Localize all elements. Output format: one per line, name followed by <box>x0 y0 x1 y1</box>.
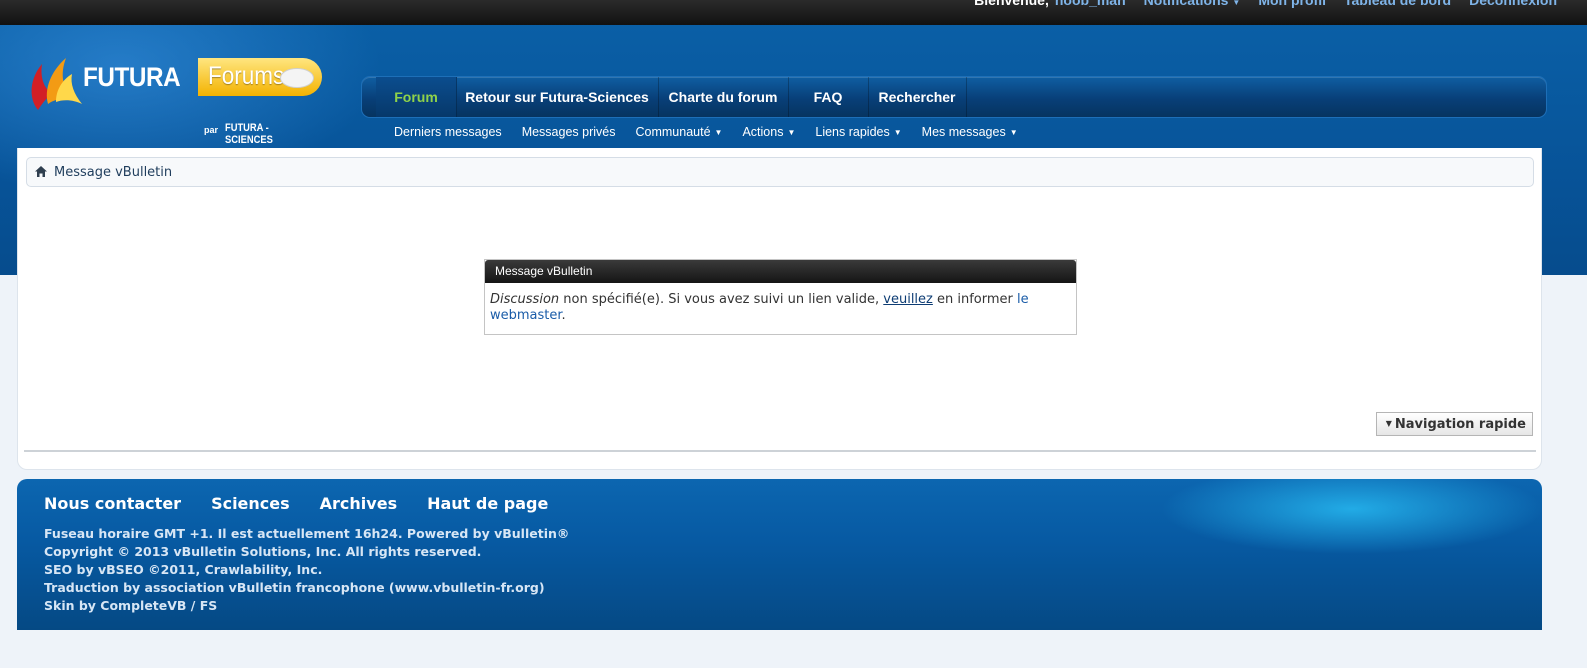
top-bar: Bienvenue, noob_man Notifications ▼ Mon p… <box>0 0 1587 25</box>
chevron-down-icon: ▼ <box>787 128 796 137</box>
welcome-text: Bienvenue, <box>974 0 1049 8</box>
logo-par-text: par <box>204 125 219 135</box>
quick-navigation-button[interactable]: ▼ Navigation rapide <box>1376 412 1533 436</box>
footer-line-copyright: Copyright © 2013 vBulletin Solutions, In… <box>44 544 482 559</box>
subnav-label: Messages privés <box>521 125 616 139</box>
message-discussion-word: Discussion <box>490 292 560 307</box>
footer-line-seo: SEO by vBSEO ©2011, Crawlability, Inc. <box>44 562 323 577</box>
futura-forums-logo[interactable]: FUTURA Forums par FUTURA - SCIENCES <box>26 54 326 146</box>
tab-charte-forum[interactable]: Charte du forum <box>658 77 789 117</box>
footer-link-top[interactable]: Haut de page <box>427 494 548 513</box>
footer-link-contact[interactable]: Nous contacter <box>44 494 181 513</box>
message-box-title: Message vBulletin <box>485 260 1076 283</box>
triangle-down-icon: ▼ <box>1385 419 1392 428</box>
footer-line-timezone: Fuseau horaire GMT +1. Il est actuelleme… <box>44 526 570 541</box>
chevron-down-icon: ▼ <box>1232 0 1241 7</box>
subnav-messages-prives[interactable]: Messages privés <box>522 125 616 143</box>
chevron-down-icon: ▼ <box>714 128 723 137</box>
logo-forums-text: Forums <box>208 62 285 90</box>
logo-futura-text: FUTURA <box>83 62 181 92</box>
subnav-communaute[interactable]: Communauté ▼ <box>635 125 722 143</box>
chevron-down-icon: ▼ <box>1009 128 1018 137</box>
subnav-mes-messages[interactable]: Mes messages ▼ <box>922 125 1018 143</box>
subnav-label: Mes messages <box>921 125 1006 139</box>
message-text-b: en informer <box>932 292 1018 307</box>
user-links: Bienvenue, noob_man Notifications ▼ Mon p… <box>974 0 1557 8</box>
veuillez-link[interactable]: veuillez <box>883 292 933 307</box>
message-text-end: . <box>561 308 566 323</box>
message-box-body: Discussion non spécifié(e). Si vous avez… <box>485 283 1076 324</box>
footer-link-archives[interactable]: Archives <box>320 494 397 513</box>
logo-forums-badge: Forums <box>198 58 322 96</box>
dashboard-link[interactable]: Tableau de bord <box>1344 0 1451 8</box>
subnav-label: Communauté <box>635 125 711 139</box>
chevron-down-icon: ▼ <box>893 128 902 137</box>
quick-navigation-label: Navigation rapide <box>1394 417 1526 432</box>
tab-retour-futura-sciences[interactable]: Retour sur Futura-Sciences <box>456 77 659 117</box>
sub-navbar: Derniers messages Messages privés Commun… <box>394 125 1018 143</box>
username-link[interactable]: noob_man <box>1055 0 1126 8</box>
footer-line-skin: Skin by CompleteVB / FS <box>44 598 218 613</box>
subnav-label: Actions <box>742 125 784 139</box>
notifications-label: Notifications <box>1143 0 1229 8</box>
footer-credits: Fuseau horaire GMT +1. Il est actuelleme… <box>44 525 569 615</box>
notifications-menu[interactable]: Notifications ▼ <box>1144 0 1241 8</box>
subnav-label: Liens rapides <box>815 125 890 139</box>
my-profile-link[interactable]: Mon profil <box>1258 0 1326 8</box>
site-footer: Nous contacter Sciences Archives Haut de… <box>17 479 1542 630</box>
tab-forum[interactable]: Forum <box>376 77 457 117</box>
tab-faq[interactable]: FAQ <box>788 77 869 117</box>
tab-rechercher[interactable]: Rechercher <box>868 77 967 117</box>
subnav-liens-rapides[interactable]: Liens rapides ▼ <box>815 125 901 143</box>
footer-link-sciences[interactable]: Sciences <box>211 494 290 513</box>
speech-bubble-icon <box>280 68 314 88</box>
breadcrumb: Message vBulletin <box>26 157 1534 187</box>
main-navbar: Forum Retour sur Futura-Sciences Charte … <box>361 76 1547 118</box>
home-icon[interactable] <box>35 166 47 177</box>
message-box: Message vBulletin Discussion non spécifi… <box>484 259 1077 335</box>
breadcrumb-current: Message vBulletin <box>54 165 173 180</box>
logout-link[interactable]: Déconnexion <box>1469 0 1557 8</box>
subnav-label: Derniers messages <box>394 125 502 139</box>
footer-line-translation: Traduction by association vBulletin fran… <box>44 580 545 595</box>
subnav-actions[interactable]: Actions ▼ <box>742 125 795 143</box>
message-text-a: non spécifié(e). Si vous avez suivi un l… <box>559 292 884 307</box>
content-divider <box>24 450 1536 452</box>
subnav-derniers-messages[interactable]: Derniers messages <box>394 125 502 143</box>
footer-links: Nous contacter Sciences Archives Haut de… <box>44 494 548 513</box>
logo-futura-sciences-text: FUTURA - SCIENCES <box>225 122 273 146</box>
content-panel: Message vBulletin Message vBulletin Disc… <box>17 148 1542 470</box>
flame-logo-icon <box>31 58 82 110</box>
